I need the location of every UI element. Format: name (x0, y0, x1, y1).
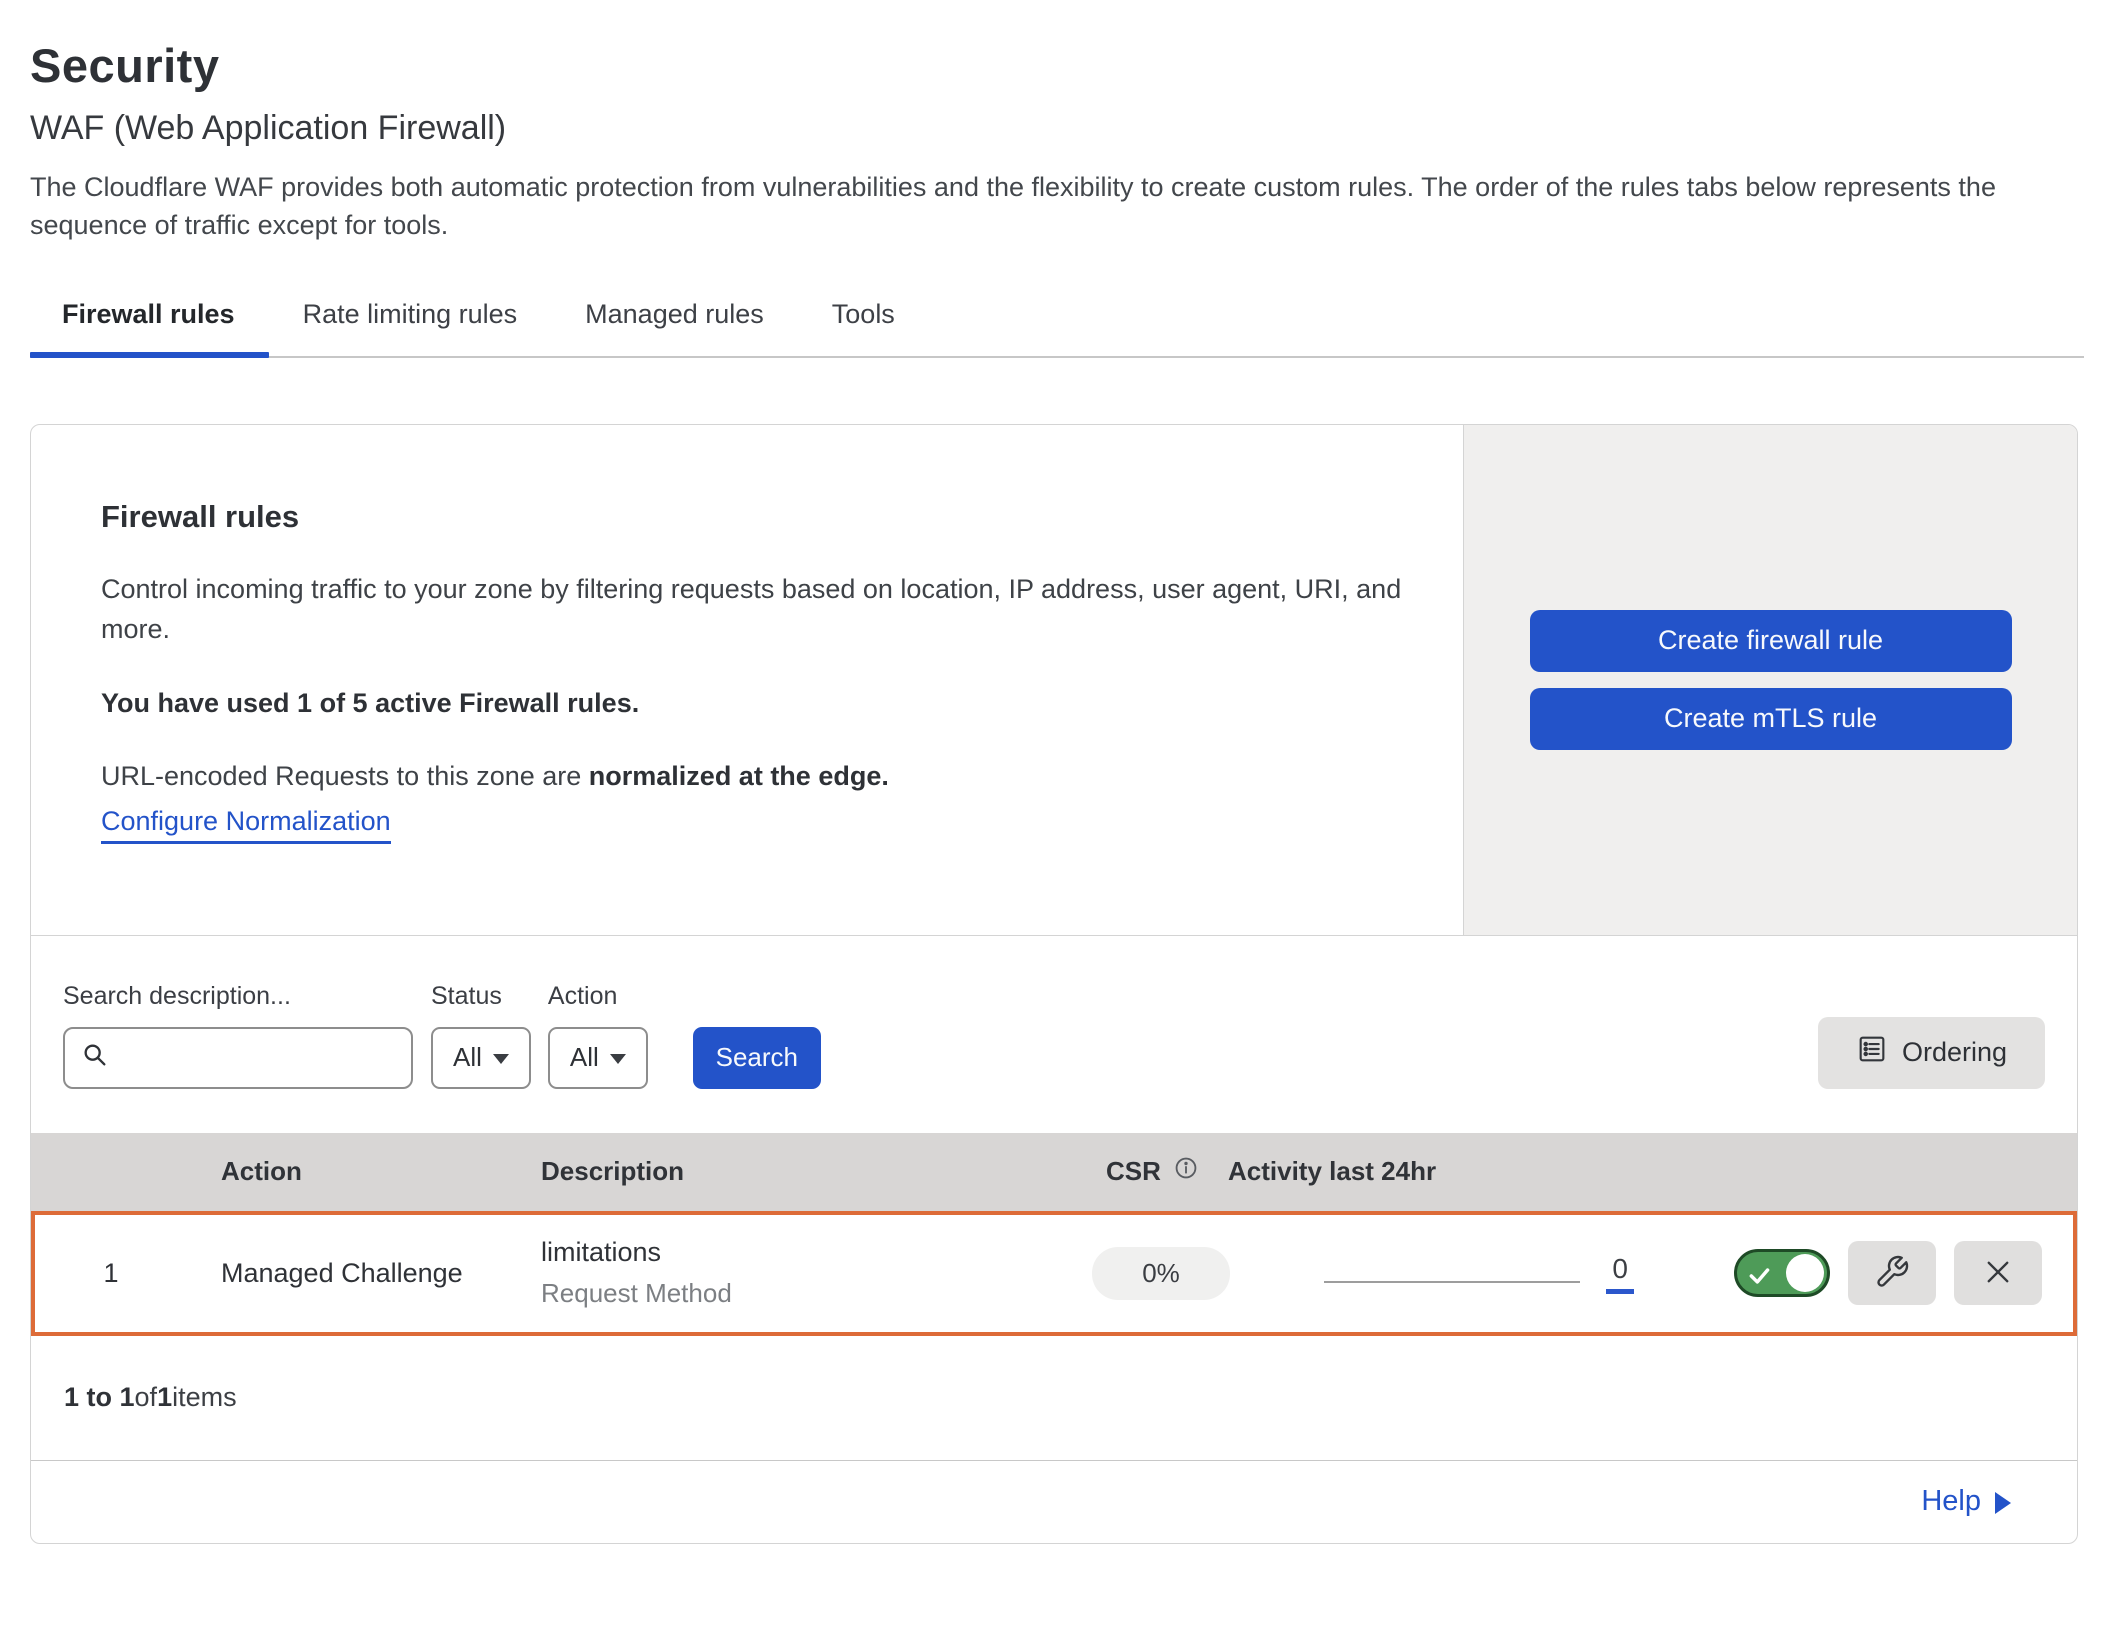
rule-activity-cell: 0 (1224, 1253, 1664, 1294)
table-row: 1 Managed Challenge limitations Request … (31, 1211, 2077, 1336)
header-action: Action (191, 1156, 511, 1187)
header-description: Description (511, 1156, 1076, 1187)
page-description: The Cloudflare WAF provides both automat… (30, 168, 2084, 245)
tab-label: Managed rules (585, 299, 764, 329)
create-firewall-rule-button[interactable]: Create firewall rule (1530, 610, 2012, 672)
rule-controls (1664, 1241, 2073, 1305)
rule-description-cell: limitations Request Method (507, 1237, 1072, 1309)
summary-of: of (135, 1382, 158, 1413)
ordering-button[interactable]: Ordering (1818, 1017, 2045, 1089)
search-input[interactable] (63, 1027, 413, 1089)
check-icon (1747, 1263, 1773, 1289)
toggle-knob (1786, 1254, 1824, 1292)
firewall-rules-info: Firewall rules Control incoming traffic … (31, 425, 1463, 935)
filter-toolbar: Search description... Status All (31, 936, 2077, 1133)
firewall-rules-card: Firewall rules Control incoming traffic … (30, 424, 2078, 1544)
status-filter-group: Status All (431, 982, 531, 1089)
create-mtls-rule-button[interactable]: Create mTLS rule (1530, 688, 2012, 750)
tab-label: Rate limiting rules (303, 299, 518, 329)
search-icon (81, 1041, 109, 1074)
status-select[interactable]: All (431, 1027, 531, 1089)
table-header-row: Action Description CSR Activity last 24h… (31, 1133, 2077, 1211)
page-title: Security (30, 38, 2084, 93)
search-label: Search description... (63, 982, 413, 1011)
rule-priority: 1 (35, 1258, 187, 1289)
summary-range: 1 to 1 (64, 1382, 135, 1413)
tab-managed-rules[interactable]: Managed rules (551, 293, 798, 356)
section-heading: Firewall rules (101, 499, 1423, 535)
summary-total: 1 (157, 1382, 172, 1413)
edit-rule-button[interactable] (1848, 1241, 1936, 1305)
pagination-summary: 1 to 1 of 1 items (31, 1336, 2077, 1461)
tab-bar: Firewall rules Rate limiting rules Manag… (30, 293, 2084, 358)
activity-sparkline (1324, 1281, 1580, 1283)
help-link[interactable]: Help (1921, 1485, 1981, 1518)
action-label: Action (548, 982, 648, 1011)
header-csr-label: CSR (1106, 1156, 1161, 1187)
usage-note: You have used 1 of 5 active Firewall rul… (101, 688, 1423, 719)
tab-tools[interactable]: Tools (798, 293, 929, 356)
header-csr: CSR (1076, 1155, 1228, 1188)
ordering-list-icon (1856, 1033, 1888, 1072)
activity-count-link[interactable]: 0 (1606, 1253, 1634, 1294)
action-selected-value: All (570, 1042, 599, 1073)
rule-csr-cell: 0% (1072, 1247, 1224, 1300)
tab-label: Tools (832, 299, 895, 329)
close-icon (1981, 1255, 2015, 1292)
normalization-text: URL-encoded Requests to this zone are (101, 761, 589, 791)
csr-badge: 0% (1092, 1247, 1230, 1300)
tab-label: Firewall rules (62, 299, 235, 329)
actions-panel: Create firewall rule Create mTLS rule (1463, 425, 2077, 935)
page-subtitle: WAF (Web Application Firewall) (30, 109, 2084, 148)
rule-description: limitations (541, 1237, 1072, 1268)
card-top-section: Firewall rules Control incoming traffic … (31, 425, 2077, 936)
rule-enabled-toggle[interactable] (1734, 1249, 1830, 1297)
rule-action: Managed Challenge (187, 1258, 507, 1289)
wrench-icon (1874, 1254, 1910, 1293)
configure-normalization-link[interactable]: Configure Normalization (101, 806, 391, 844)
security-waf-page: Security WAF (Web Application Firewall) … (0, 0, 2114, 1638)
status-label: Status (431, 982, 531, 1011)
ordering-label: Ordering (1902, 1037, 2007, 1068)
tab-firewall-rules[interactable]: Firewall rules (30, 293, 269, 356)
info-icon[interactable] (1173, 1155, 1199, 1188)
header-activity: Activity last 24hr (1228, 1156, 1668, 1187)
normalization-bold-text: normalized at the edge. (589, 761, 889, 791)
help-arrow-icon (1995, 1492, 2011, 1514)
action-filter-group: Action All (548, 982, 648, 1089)
action-select[interactable]: All (548, 1027, 648, 1089)
chevron-down-icon (493, 1054, 509, 1064)
tab-rate-limiting-rules[interactable]: Rate limiting rules (269, 293, 552, 356)
section-description: Control incoming traffic to your zone by… (101, 569, 1423, 650)
status-selected-value: All (453, 1042, 482, 1073)
search-group: Search description... (63, 982, 413, 1089)
chevron-down-icon (610, 1054, 626, 1064)
rule-expression: Request Method (541, 1278, 1072, 1309)
delete-rule-button[interactable] (1954, 1241, 2042, 1305)
search-button[interactable]: Search (693, 1027, 821, 1089)
card-footer: Help (31, 1461, 2077, 1543)
summary-items: items (172, 1382, 237, 1413)
normalization-note: URL-encoded Requests to this zone are no… (101, 761, 1423, 792)
